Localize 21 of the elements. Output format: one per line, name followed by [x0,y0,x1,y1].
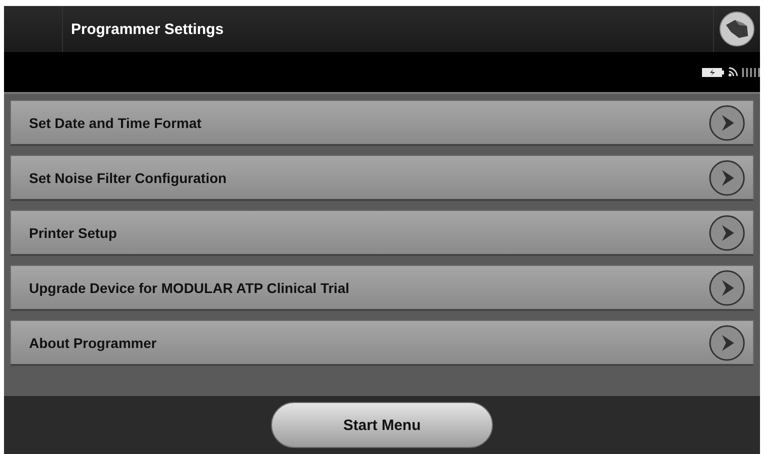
menu-item-label: About Programmer [29,334,157,350]
menu-item[interactable]: Printer Setup [10,210,754,256]
chevron-right-icon[interactable] [709,160,745,196]
menu-item-label: Set Noise Filter Configuration [29,170,227,186]
start-menu-button[interactable]: Start Menu [271,402,493,448]
menu-item[interactable]: Upgrade Device for MODULAR ATP Clinical Trial [10,265,754,311]
chevron-right-icon[interactable] [709,214,745,250]
menu-item[interactable]: About Programmer [10,320,754,366]
menu-item-label: Set Date and Time Format [29,114,202,130]
menu-item-label: Upgrade Device for MODULAR ATP Clinical Trial [29,280,350,296]
chevron-right-icon[interactable] [709,324,745,360]
menu-item[interactable]: Set Noise Filter Configuration [10,155,754,201]
window-title: Programmer Settings [70,20,225,38]
menu-item-label: Printer Setup [29,224,117,240]
menu-item[interactable]: Set Date and Time Format [10,100,754,146]
wireless-icon [728,67,738,77]
battery-icon [702,68,724,76]
chevron-right-icon[interactable] [709,270,745,306]
logo-icon[interactable] [719,11,755,47]
chevron-right-icon[interactable] [709,104,745,140]
signal-icon [742,68,760,76]
